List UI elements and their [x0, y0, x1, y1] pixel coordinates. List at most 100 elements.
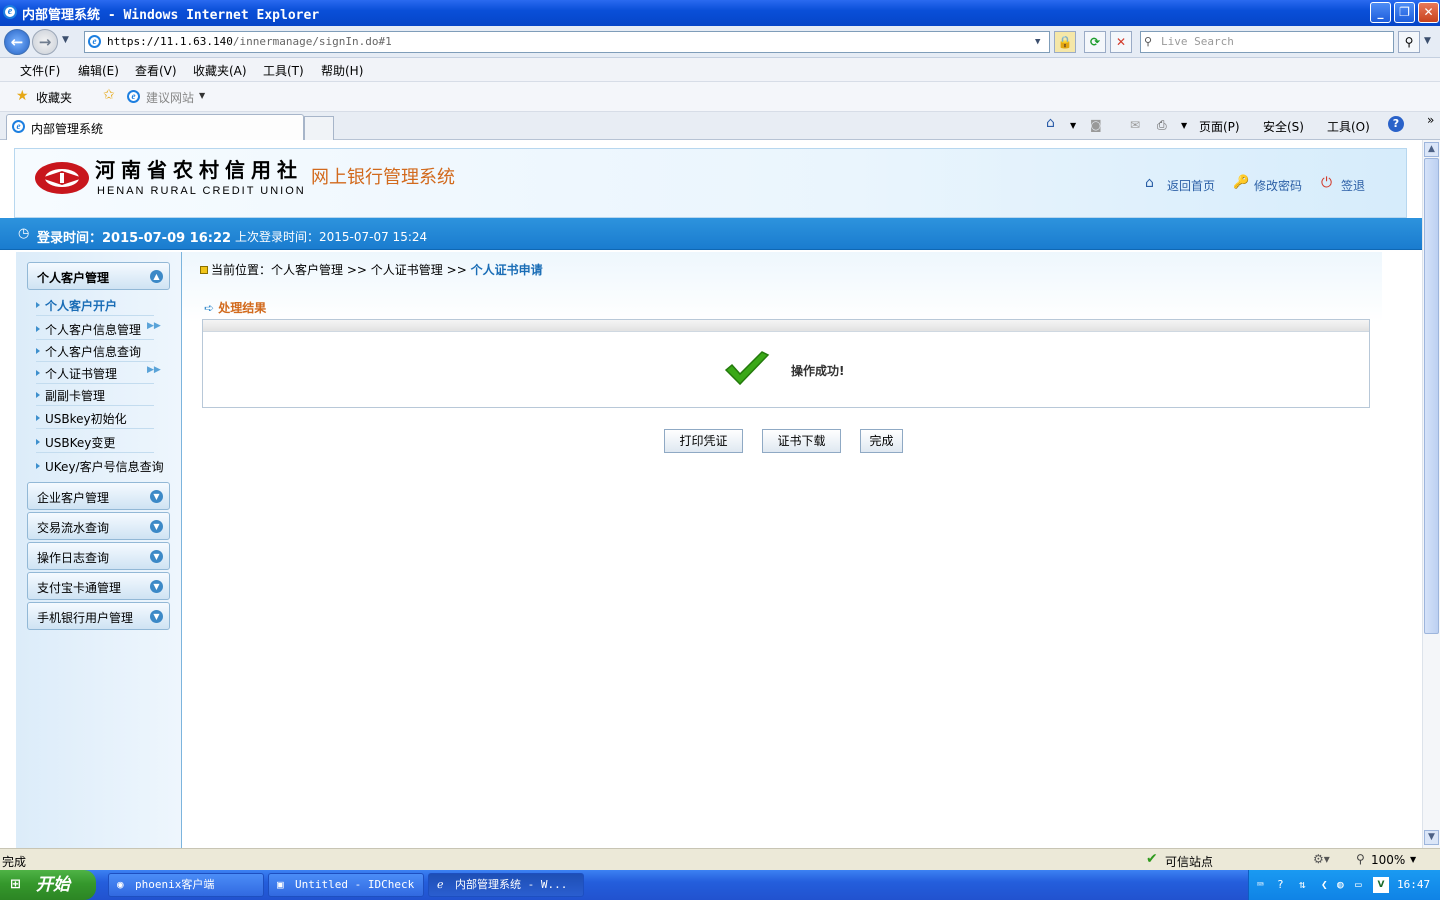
url-dropdown-icon[interactable]: ▼ — [1035, 32, 1040, 52]
history-dropdown-icon[interactable]: ▼ — [62, 35, 69, 45]
search-options-icon[interactable]: ▼ — [1424, 36, 1431, 46]
sidebar-item-label: 个人客户信息管理 — [45, 323, 142, 337]
print-icon[interactable]: ⎙ — [1157, 118, 1167, 133]
sidebar-group-logs[interactable]: 操作日志查询 ▼ — [27, 542, 170, 570]
sidebar-item-label: UKey/客户号信息查询 — [45, 460, 164, 474]
change-password-link[interactable]: 修改密码 — [1254, 177, 1302, 194]
refresh-icon[interactable]: ⟳ — [1084, 31, 1106, 53]
sidebar-item-usbkey-init[interactable]: USBkey初始化 — [36, 407, 154, 429]
task-label: Untitled - IDCheck — [295, 878, 415, 891]
sidebar-item-ukey-query[interactable]: UKey/客户号信息查询 — [36, 455, 176, 477]
logout-link[interactable]: 签退 — [1341, 177, 1365, 194]
home-link[interactable]: 返回首页 — [1167, 177, 1215, 194]
breadcrumb: 当前位置：个人客户管理 >> 个人证书管理 >> 个人证书申请 — [200, 261, 543, 278]
done-button[interactable]: 完成 — [860, 429, 903, 453]
restore-button[interactable]: ❐ — [1394, 2, 1415, 23]
expand-icon[interactable]: ▼ — [150, 580, 163, 593]
print-voucher-button[interactable]: 打印凭证 — [664, 429, 743, 453]
suggested-sites-link[interactable]: 建议网站 — [146, 89, 194, 106]
help-tray-icon[interactable]: ? — [1277, 870, 1284, 900]
lock-icon[interactable]: 🔒 — [1054, 31, 1076, 53]
window-title: 内部管理系统 - Windows Internet Explorer — [22, 8, 320, 23]
sidebar-group-mobile[interactable]: 手机银行用户管理 ▼ — [27, 602, 170, 630]
breadcrumb-level-2[interactable]: 个人证书管理 — [371, 263, 443, 277]
zoom-icon: ⚲ — [1356, 852, 1365, 866]
vertical-scrollbar[interactable]: ▲ ▼ — [1422, 140, 1440, 848]
sidebar-item-info-query[interactable]: 个人客户信息查询 — [36, 340, 154, 362]
tab-current[interactable]: e 内部管理系统 — [6, 114, 304, 140]
task-ie[interactable]: ℯ 内部管理系统 - W... — [428, 873, 584, 897]
home-dropdown-icon[interactable]: ▼ — [1070, 121, 1076, 130]
zoom-dropdown-icon[interactable]: ▼ — [1410, 855, 1416, 864]
mail-icon[interactable]: ✉ — [1130, 118, 1140, 132]
scroll-down-icon[interactable]: ▼ — [1424, 830, 1439, 845]
success-check-icon — [724, 351, 770, 386]
search-icon: ⚲ — [1144, 35, 1153, 48]
tray-expand-icon[interactable]: ❮ — [1321, 870, 1328, 900]
system-name: 网上银行管理系统 — [311, 167, 455, 188]
sidebar-item-card[interactable]: 副副卡管理 — [36, 384, 154, 406]
sidebar-item-info-manage[interactable]: 个人客户信息管理 ▶▶ — [36, 318, 161, 340]
print-dropdown-icon[interactable]: ▼ — [1181, 121, 1187, 130]
scroll-up-icon[interactable]: ▲ — [1424, 142, 1439, 157]
start-button[interactable]: ⊞ 开始 — [0, 870, 96, 900]
menu-file[interactable]: 文件(F) — [20, 62, 60, 79]
task-phoenix[interactable]: ◉ phoenix客户端 — [108, 873, 264, 897]
minimize-button[interactable]: _ — [1370, 2, 1391, 23]
safety-menu[interactable]: 安全(S) — [1263, 118, 1304, 135]
add-favorite-icon[interactable]: ✩ — [103, 87, 115, 103]
menu-bar: 文件(F) 编辑(E) 查看(V) 收藏夹(A) 工具(T) 帮助(H) — [0, 58, 1440, 82]
monitor-icon[interactable]: ▭ — [1355, 870, 1362, 900]
favorites-button[interactable]: 收藏夹 — [36, 89, 72, 106]
close-button[interactable]: ✕ — [1418, 2, 1439, 23]
new-tab-button[interactable] — [304, 116, 334, 140]
security-zone[interactable]: 可信站点 — [1165, 853, 1213, 870]
help-icon[interactable]: ? — [1388, 116, 1404, 132]
expand-arrows-icon: ▶▶ — [147, 321, 161, 331]
download-cert-button[interactable]: 证书下载 — [762, 429, 841, 453]
menu-favorites[interactable]: 收藏夹(A) — [193, 62, 247, 79]
task-idcheck[interactable]: ▣ Untitled - IDCheck — [268, 873, 424, 897]
v-app-icon[interactable]: V — [1373, 877, 1389, 893]
scroll-thumb[interactable] — [1424, 158, 1439, 634]
url-input[interactable]: e https://11.1.63.140/innermanage/signIn… — [84, 31, 1050, 53]
expand-icon[interactable]: ▼ — [150, 550, 163, 563]
expand-icon[interactable]: ▼ — [150, 490, 163, 503]
sidebar-group-transactions[interactable]: 交易流水查询 ▼ — [27, 512, 170, 540]
collapse-icon[interactable]: ▲ — [150, 270, 163, 283]
zoom-level[interactable]: 100% — [1371, 853, 1405, 867]
forward-button[interactable]: → — [32, 29, 58, 55]
search-input[interactable]: ⚲ Live Search — [1140, 31, 1394, 53]
breadcrumb-level-1[interactable]: 个人客户管理 — [271, 263, 343, 277]
back-button[interactable]: ← — [4, 29, 30, 55]
feeds-icon[interactable]: ◙ — [1090, 118, 1102, 132]
sidebar-group-personal[interactable]: 个人客户管理 ▲ — [27, 262, 170, 290]
chevron-right-icon[interactable]: » — [1427, 113, 1434, 127]
tab-bar: e 内部管理系统 ⌂ ▼ ◙ ✉ ⎙ ▼ 页面(P) 安全(S) 工具(O) ?… — [0, 112, 1440, 140]
menu-edit[interactable]: 编辑(E) — [78, 62, 119, 79]
search-go-icon[interactable]: ⚲ — [1398, 31, 1420, 53]
tab-label: 内部管理系统 — [31, 122, 104, 136]
tab-page-icon: e — [12, 120, 25, 133]
stop-icon[interactable]: ✕ — [1110, 31, 1132, 53]
menu-help[interactable]: 帮助(H) — [321, 62, 363, 79]
menu-tools[interactable]: 工具(T) — [263, 62, 304, 79]
sidebar-group-alipay[interactable]: 支付宝卡通管理 ▼ — [27, 572, 170, 600]
network-icon[interactable]: ⇅ — [1299, 870, 1306, 900]
breadcrumb-separator: >> — [446, 263, 467, 277]
expand-icon[interactable]: ▼ — [150, 520, 163, 533]
task-label: phoenix客户端 — [135, 878, 215, 891]
tray-app-icon[interactable]: ◍ — [1337, 870, 1344, 900]
page-menu[interactable]: 页面(P) — [1199, 118, 1240, 135]
expand-icon[interactable]: ▼ — [150, 610, 163, 623]
keyboard-icon[interactable]: ⌨ — [1257, 870, 1264, 900]
sidebar-item-open-account[interactable]: 个人客户开户 — [36, 294, 154, 316]
sidebar-item-cert-manage[interactable]: 个人证书管理 ▶▶ — [36, 362, 161, 384]
sidebar-group-enterprise[interactable]: 企业客户管理 ▼ — [27, 482, 170, 510]
sidebar-item-usbkey-change[interactable]: USBKey变更 — [36, 431, 154, 453]
protected-mode-icon[interactable]: ⚙▾ — [1313, 852, 1330, 866]
suggested-dropdown-icon[interactable]: ▼ — [199, 91, 205, 100]
tools-menu[interactable]: 工具(O) — [1327, 118, 1370, 135]
menu-view[interactable]: 查看(V) — [135, 62, 177, 79]
home-icon[interactable]: ⌂ — [1046, 115, 1055, 131]
